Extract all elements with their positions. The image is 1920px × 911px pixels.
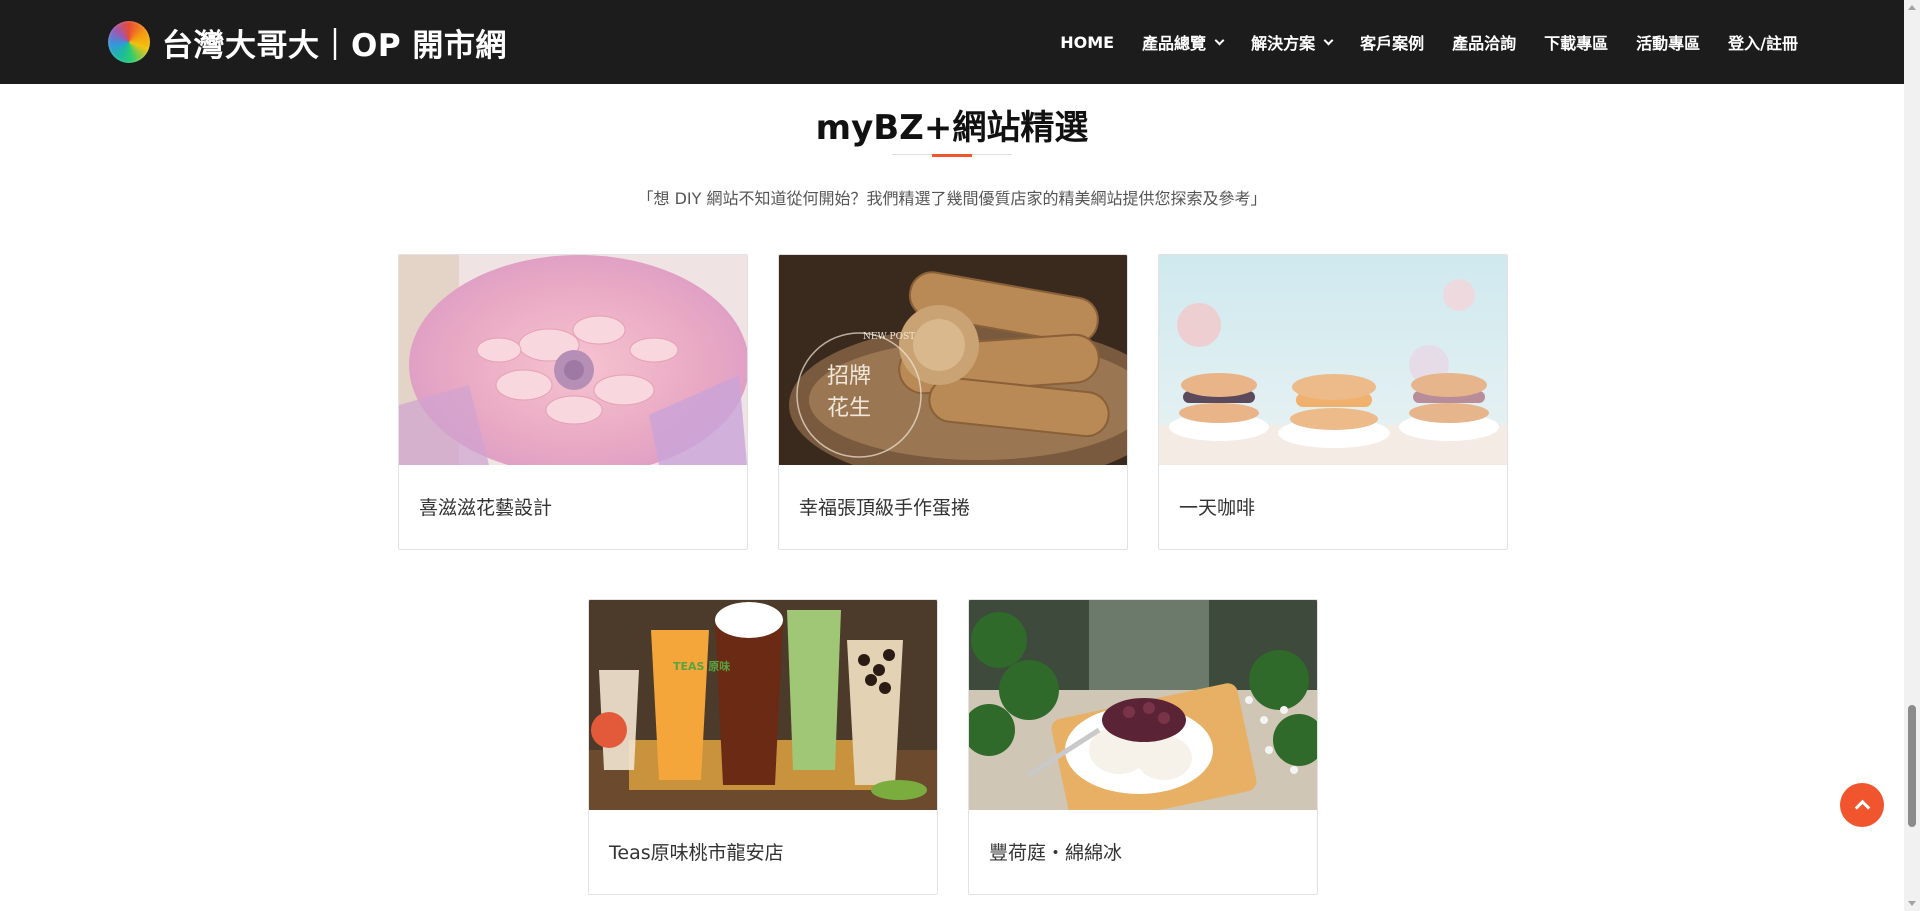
image-text: 花生 bbox=[827, 396, 871, 421]
egg-roll-image: 招牌 花生 NEW POST bbox=[779, 255, 1127, 465]
title-accent-bar bbox=[932, 154, 972, 157]
macaron-desserts-image bbox=[1159, 255, 1507, 465]
shaved-ice-image bbox=[969, 600, 1317, 810]
nav-label: 客戶案例 bbox=[1360, 34, 1425, 53]
top-navbar: 台灣大哥大｜OP 開市網 HOME 產品總覽 解決方案 客戶案例 產品洽詢 下載… bbox=[0, 0, 1904, 84]
card-title: 一天咖啡 bbox=[1179, 497, 1256, 519]
nav-products[interactable]: 產品總覽 bbox=[1128, 30, 1237, 54]
image-text: 招牌 bbox=[827, 364, 871, 389]
showcase-card[interactable]: 豐荷庭・綿綿冰 bbox=[968, 599, 1318, 895]
nav-solutions[interactable]: 解決方案 bbox=[1237, 30, 1346, 54]
page-scrollbar[interactable] bbox=[1904, 0, 1920, 911]
main-nav: HOME 產品總覽 解決方案 客戶案例 產品洽詢 下載專區 活動專區 登入/註冊 bbox=[1046, 0, 1812, 84]
nav-login-register[interactable]: 登入/註冊 bbox=[1714, 30, 1812, 54]
card-title: 豐荷庭・綿綿冰 bbox=[989, 842, 1123, 864]
card-title: Teas原味桃市龍安店 bbox=[609, 842, 784, 864]
nav-customer-cases[interactable]: 客戶案例 bbox=[1346, 30, 1438, 54]
back-to-top-button[interactable] bbox=[1840, 783, 1884, 827]
scroll-down-arrow-icon[interactable] bbox=[1908, 901, 1916, 906]
nav-label: 下載專區 bbox=[1544, 34, 1609, 53]
nav-downloads[interactable]: 下載專區 bbox=[1530, 30, 1622, 54]
flower-bouquet-image bbox=[399, 255, 747, 465]
chevron-up-icon bbox=[1854, 799, 1870, 816]
section-description: 「想 DIY 網站不知道從何開始？我們精選了幾間優質店家的精美網站提供您探索及參… bbox=[637, 189, 1267, 208]
showcase-card[interactable]: 喜滋滋花藝設計 bbox=[398, 254, 748, 550]
brand-link[interactable]: 台灣大哥大｜OP 開市網 bbox=[108, 20, 507, 64]
cup-text: TEAS 原味 bbox=[673, 659, 730, 673]
tea-drinks-image: TEAS 原味 bbox=[589, 600, 937, 810]
nav-home[interactable]: HOME bbox=[1046, 33, 1128, 52]
nav-label: 解決方案 bbox=[1251, 34, 1316, 53]
chevron-down-icon bbox=[1214, 35, 1225, 45]
scroll-up-arrow-icon[interactable] bbox=[1908, 5, 1916, 10]
stamp-text: NEW POST bbox=[863, 332, 915, 342]
nav-label: 登入/註冊 bbox=[1728, 34, 1798, 53]
nav-label: 活動專區 bbox=[1636, 34, 1701, 53]
section-title: myBZ+網站精選 bbox=[815, 108, 1089, 148]
scrollbar-thumb[interactable] bbox=[1908, 705, 1916, 827]
card-title: 幸福張頂級手作蛋捲 bbox=[799, 497, 971, 519]
nav-events[interactable]: 活動專區 bbox=[1622, 30, 1714, 54]
nav-product-inquiry[interactable]: 產品洽詢 bbox=[1438, 30, 1530, 54]
showcase-card[interactable]: TEAS 原味 Teas原味桃市龍安店 bbox=[588, 599, 938, 895]
nav-label: 產品洽詢 bbox=[1452, 34, 1517, 53]
chevron-down-icon bbox=[1323, 35, 1334, 45]
card-title: 喜滋滋花藝設計 bbox=[419, 497, 553, 519]
brand-logo-icon bbox=[108, 21, 150, 63]
showcase-card[interactable]: 一天咖啡 bbox=[1158, 254, 1508, 550]
nav-label: 產品總覽 bbox=[1142, 34, 1207, 53]
nav-label: HOME bbox=[1060, 32, 1115, 52]
showcase-card[interactable]: 招牌 花生 NEW POST 幸福張頂級手作蛋捲 bbox=[778, 254, 1128, 550]
brand-title: 台灣大哥大｜OP 開市網 bbox=[162, 27, 507, 64]
